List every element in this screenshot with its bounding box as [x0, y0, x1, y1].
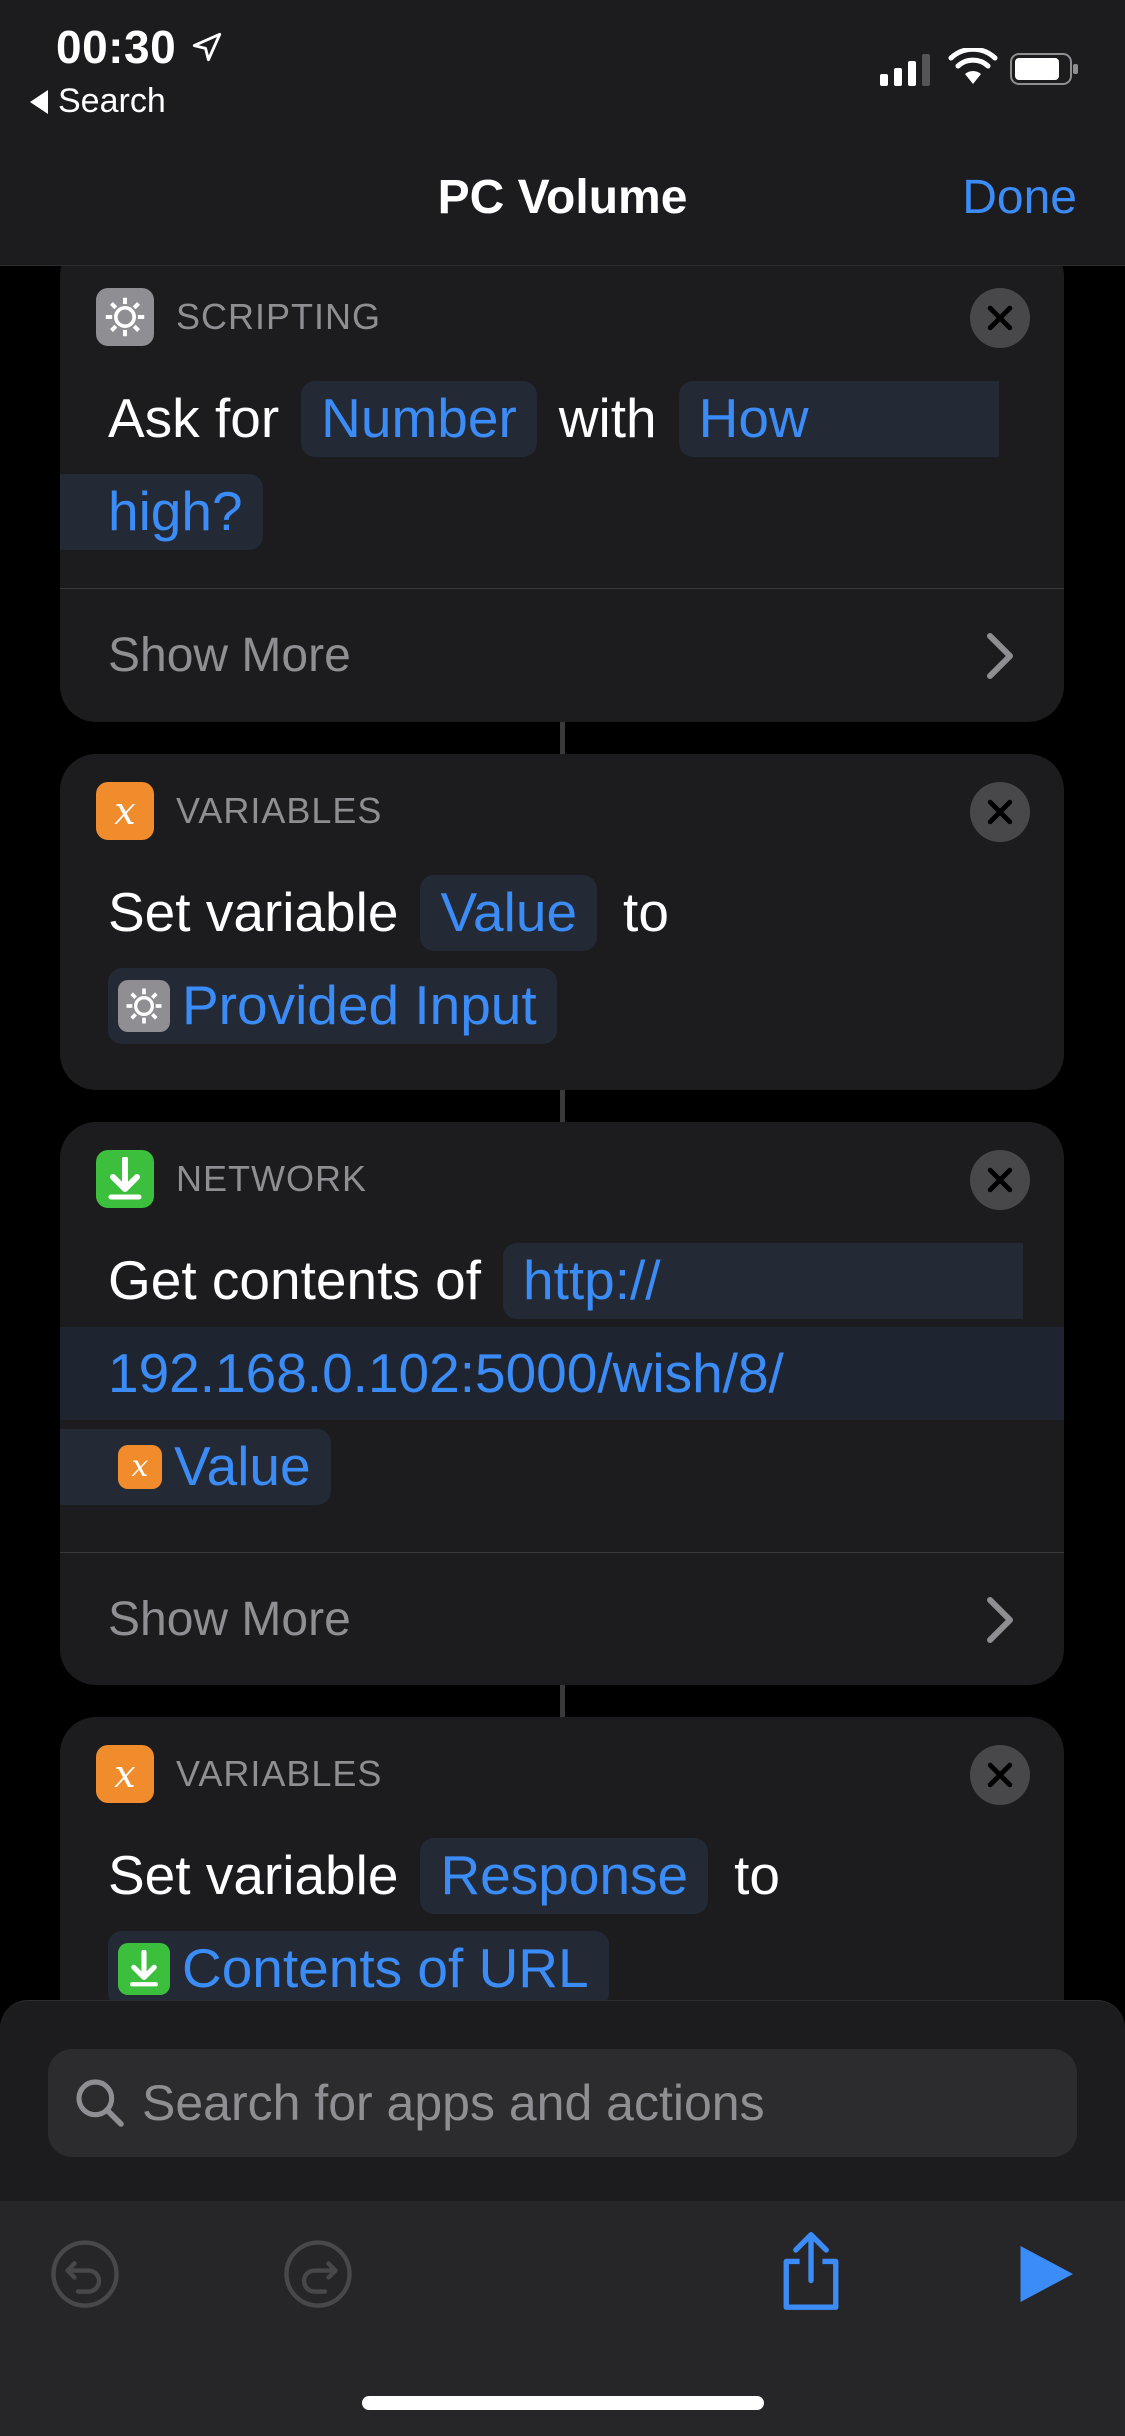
show-more-label[interactable]: Show More — [108, 1592, 351, 1647]
back-to-search-link[interactable]: Search — [30, 82, 166, 121]
url-token[interactable]: http:// — [503, 1242, 1023, 1319]
chevron-right-icon[interactable] — [984, 632, 1016, 680]
category-label: VARIABLES — [176, 1753, 383, 1794]
action-search-panel — [0, 2000, 1125, 2436]
gear-icon — [96, 288, 154, 346]
category-row: x VARIABLES — [96, 1745, 382, 1803]
cellular-signal-icon — [880, 52, 930, 86]
variable-x-icon: x — [96, 782, 154, 840]
connector-line — [560, 1685, 565, 1717]
prompt-token[interactable]: How — [678, 380, 999, 457]
search-input[interactable] — [142, 2074, 1042, 2132]
url-token-continued[interactable]: 192.168.0.102:5000/wish/8/ — [60, 1327, 1064, 1420]
divider — [60, 588, 1064, 589]
variable-name-token[interactable]: Value — [420, 874, 598, 951]
category-label: NETWORK — [176, 1158, 367, 1199]
connector-line — [560, 722, 565, 754]
variable-x-icon: x — [118, 1444, 162, 1489]
remove-action-button[interactable] — [970, 1150, 1030, 1210]
param-line: Provided Input — [108, 959, 557, 1052]
download-arrow-icon — [96, 1150, 154, 1208]
action-card-set-variable-value[interactable]: x VARIABLES Set variable Value to Provid… — [60, 754, 1064, 1090]
prompt-token[interactable]: high? — [60, 473, 263, 550]
page-title: PC Volume — [437, 171, 688, 224]
param-line: high? — [60, 465, 263, 558]
action-text: Ask for — [108, 387, 280, 449]
param-line: x Value — [60, 1420, 331, 1513]
share-icon[interactable] — [776, 2231, 846, 2311]
close-icon — [987, 799, 1013, 825]
action-card-get-contents-of-url[interactable]: NETWORK Get contents of http:// 192.168.… — [60, 1122, 1064, 1685]
back-label: Search — [58, 82, 166, 120]
token-label: Provided Input — [182, 974, 537, 1036]
variable-x-icon: x — [96, 1745, 154, 1803]
magic-variable-token[interactable]: x Value — [60, 1428, 331, 1505]
show-more-label[interactable]: Show More — [108, 628, 351, 683]
location-arrow-icon — [192, 32, 222, 62]
magic-variable-token[interactable]: Provided Input — [108, 967, 557, 1044]
remove-action-button[interactable] — [970, 782, 1030, 842]
category-label: VARIABLES — [176, 790, 383, 831]
divider — [60, 1552, 1064, 1553]
action-text: Get contents of — [108, 1249, 481, 1311]
search-field[interactable] — [48, 2049, 1077, 2157]
wifi-icon — [948, 48, 998, 84]
action-text: to — [734, 1844, 780, 1906]
search-icon — [76, 2079, 124, 2127]
back-triangle-icon — [30, 89, 48, 114]
action-text: with — [558, 387, 657, 449]
gear-icon — [118, 979, 170, 1032]
token-label: Value — [174, 1435, 311, 1497]
param-line: Get contents of http:// — [108, 1234, 1023, 1327]
category-row: SCRIPTING — [96, 288, 381, 346]
home-indicator[interactable] — [362, 2396, 764, 2410]
shortcut-editor-screen: 00:30 Search PC Volume Done SCRIPTING As… — [0, 0, 1125, 2436]
action-text: to — [623, 881, 669, 943]
undo-icon[interactable] — [50, 2239, 120, 2309]
remove-action-button[interactable] — [970, 1745, 1030, 1805]
category-label: SCRIPTING — [176, 296, 382, 337]
remove-action-button[interactable] — [970, 288, 1030, 348]
play-icon[interactable] — [1010, 2239, 1080, 2309]
param-line: Ask for Number with How — [108, 372, 999, 465]
redo-icon[interactable] — [283, 2239, 353, 2309]
battery-icon — [1010, 53, 1078, 85]
variable-name-token[interactable]: Response — [420, 1837, 709, 1914]
done-button[interactable]: Done — [962, 170, 1077, 225]
action-text: Set variable — [108, 881, 399, 943]
param-line: Set variable Value to — [108, 866, 669, 959]
close-icon — [987, 1167, 1013, 1193]
action-text: Set variable — [108, 1844, 399, 1906]
param-line: Set variable Response to — [108, 1829, 780, 1922]
input-type-token[interactable]: Number — [301, 380, 537, 457]
connector-line — [560, 1090, 565, 1122]
close-icon — [987, 305, 1013, 331]
nav-header: 00:30 Search PC Volume Done — [0, 0, 1125, 266]
chevron-right-icon[interactable] — [984, 1596, 1016, 1644]
status-time: 00:30 — [56, 21, 177, 73]
magic-variable-token[interactable]: Contents of URL — [108, 1930, 609, 2007]
action-card-ask-for-input[interactable]: SCRIPTING Ask for Number with How high? … — [60, 240, 1064, 722]
category-row: x VARIABLES — [96, 782, 382, 840]
close-icon — [987, 1762, 1013, 1788]
download-arrow-icon — [118, 1942, 170, 1995]
category-row: NETWORK — [96, 1150, 367, 1208]
